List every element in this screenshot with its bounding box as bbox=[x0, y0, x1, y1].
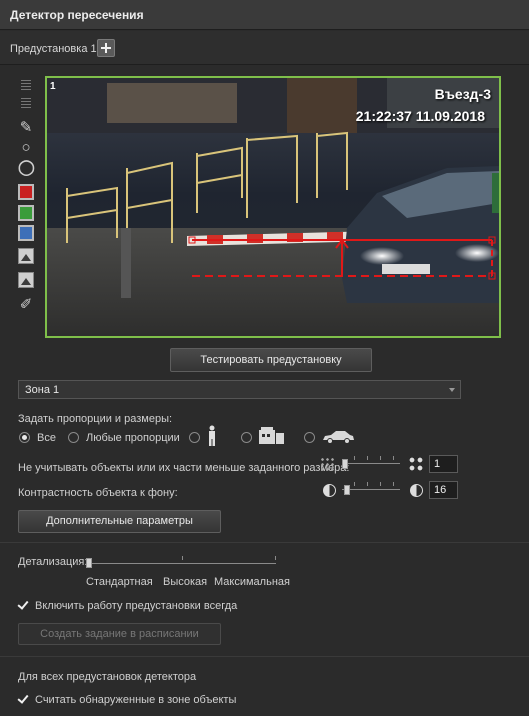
large-size-icon bbox=[408, 456, 424, 472]
grid-fine-icon[interactable] bbox=[21, 80, 31, 90]
preset-tab[interactable]: Предустановка 1 bbox=[10, 43, 97, 55]
image-alt-icon[interactable] bbox=[18, 272, 34, 288]
detail-slider-thumb[interactable] bbox=[86, 558, 92, 568]
detail-tick-max: Максимальная bbox=[214, 576, 290, 588]
camera-number: 1 bbox=[50, 81, 56, 92]
ring-icon[interactable]: ○ bbox=[18, 140, 34, 156]
window-title-bar: Детектор пересечения bbox=[0, 0, 529, 30]
low-contrast-icon bbox=[323, 484, 336, 497]
detail-slider-track[interactable] bbox=[88, 563, 276, 564]
image-icon[interactable] bbox=[18, 248, 34, 264]
red-color-swatch[interactable] bbox=[18, 184, 34, 200]
truck-icon bbox=[259, 427, 284, 444]
detail-tick-high: Высокая bbox=[163, 576, 208, 588]
min-size-slider-track[interactable] bbox=[342, 463, 400, 464]
min-size-slider-thumb[interactable] bbox=[342, 459, 348, 469]
contrast-value-field[interactable]: 16 bbox=[429, 481, 458, 499]
blue-color-swatch[interactable] bbox=[18, 225, 34, 241]
pen-icon[interactable]: ✎ bbox=[18, 120, 34, 136]
count-objects-label: Считать обнаруженные в зоне объекты bbox=[35, 694, 237, 706]
window-title: Детектор пересечения bbox=[10, 8, 144, 22]
radio-truck[interactable] bbox=[241, 432, 252, 443]
radio-person[interactable] bbox=[189, 432, 200, 443]
count-objects-checkbox[interactable] bbox=[17, 693, 29, 705]
always-enable-label: Включить работу предустановки всегда bbox=[35, 600, 238, 612]
min-size-label: Не учитывать объекты или их части меньше… bbox=[18, 462, 350, 474]
contrast-slider-track[interactable] bbox=[342, 489, 400, 490]
test-preset-button[interactable]: Тестировать предустановку bbox=[170, 348, 372, 372]
all-presets-label: Для всех предустановок детектора bbox=[18, 671, 197, 683]
plus-icon[interactable] bbox=[97, 39, 115, 57]
min-size-value-field[interactable]: 1 bbox=[429, 455, 458, 473]
radio-car[interactable] bbox=[304, 432, 315, 443]
preset-bar: Предустановка 1 bbox=[0, 31, 529, 65]
divider bbox=[0, 542, 529, 543]
radio-all-label: Все bbox=[37, 432, 56, 444]
grid-coarse-icon[interactable] bbox=[21, 98, 31, 108]
zone-select[interactable]: Зона 1 bbox=[18, 380, 461, 399]
small-size-icon bbox=[320, 457, 334, 471]
brush-icon[interactable]: ✐ bbox=[18, 297, 34, 313]
person-icon bbox=[209, 425, 215, 446]
proportions-label: Задать пропорции и размеры: bbox=[18, 413, 173, 425]
camera-timestamp: 21:22:37 11.09.2018 bbox=[355, 108, 485, 124]
create-schedule-task-button[interactable]: Создать задание в расписании bbox=[18, 623, 221, 645]
contrast-slider-thumb[interactable] bbox=[344, 485, 350, 495]
contrast-label: Контрастность объекта к фону: bbox=[18, 487, 178, 499]
chevron-down-icon bbox=[449, 388, 455, 392]
radio-any-proportions-label: Любые пропорции bbox=[86, 432, 180, 444]
radio-any-proportions[interactable] bbox=[68, 432, 79, 443]
camera-video-view[interactable]: 1 Въезд-3 21:22:37 11.09.2018 bbox=[45, 76, 501, 338]
radio-all[interactable] bbox=[19, 432, 30, 443]
ring-bold-icon[interactable]: ◯ bbox=[18, 160, 35, 176]
always-enable-checkbox[interactable] bbox=[17, 599, 29, 611]
detail-label: Детализация: bbox=[18, 556, 88, 568]
high-contrast-icon bbox=[410, 484, 423, 497]
camera-name: Въезд-3 bbox=[434, 86, 491, 102]
detail-tick-standard: Стандартная bbox=[86, 576, 153, 588]
green-color-swatch[interactable] bbox=[18, 205, 34, 221]
car-icon bbox=[323, 431, 354, 444]
divider bbox=[0, 656, 529, 657]
zone-select-value: Зона 1 bbox=[25, 384, 60, 396]
additional-parameters-button[interactable]: Дополнительные параметры bbox=[18, 510, 221, 533]
